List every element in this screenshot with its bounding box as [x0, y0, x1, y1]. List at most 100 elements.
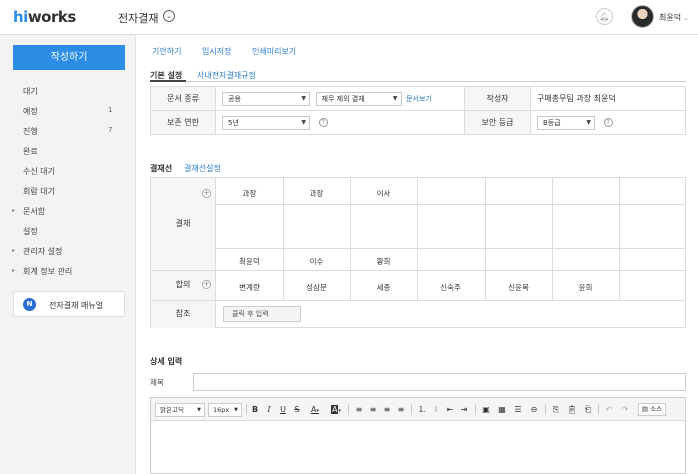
ordered-list-icon[interactable]: ⒈ [415, 403, 429, 416]
retention-select[interactable]: 5년 ▼ [222, 115, 310, 130]
temp-save-link[interactable]: 임시저장 [202, 46, 231, 57]
help-icon[interactable]: ? [603, 118, 613, 127]
dropdown-arrow-icon: ▼ [301, 94, 306, 102]
copy-icon[interactable]: ⎘ [549, 403, 563, 416]
indent-icon[interactable]: ⇥ [457, 403, 471, 416]
align-right-icon[interactable]: ≡ [380, 403, 394, 416]
dropdown-arrow-icon: ▼ [392, 94, 398, 102]
security-select[interactable]: B등급 ▼ [537, 115, 595, 130]
undo-icon[interactable]: ↶ [602, 403, 616, 416]
strikethrough-icon[interactable]: S [290, 403, 304, 416]
underline-icon[interactable]: U [276, 403, 290, 416]
approval-line-table: 결재 합의 참조 + + 과장 과장 이사 최윤덕 이수 황회 변계량 성삼문 … [150, 177, 686, 328]
paste-text-icon[interactable]: ⎗ [581, 403, 595, 416]
sidebar-item-completed[interactable]: 완료 [23, 146, 38, 157]
doc-type-label: 문서 종류 [150, 86, 216, 111]
agreer-name[interactable]: 변계량 [216, 282, 283, 293]
manual-label: 전자결재 매뉴얼 [49, 301, 104, 310]
reference-input[interactable]: 클릭 후 입력 [223, 306, 301, 322]
sidebar-count-in-progress: 7 [108, 126, 113, 134]
rich-text-editor[interactable]: 맑은고딕 ▼ 16px ▼ B I U S A▾ A▾ ≡ ≡ ≡ ≡ ⒈ ⁝ ⇤ … [150, 397, 686, 474]
outdent-icon[interactable]: ⇤ [443, 403, 457, 416]
expand-arrow-icon[interactable]: ▸ [12, 247, 15, 254]
sidebar-item-settings[interactable]: 설정 [23, 226, 38, 237]
grid-line [216, 248, 686, 249]
subject-input[interactable] [193, 373, 686, 391]
source-icon: ▤ [641, 405, 649, 413]
hiworks-logo[interactable]: hiworks [13, 8, 76, 26]
sidebar-item-waiting[interactable]: 대기 [23, 86, 38, 97]
compose-button[interactable]: 작성하기 [13, 45, 125, 70]
table-icon[interactable]: ▦ [495, 403, 509, 416]
approver-name[interactable]: 최윤덕 [216, 256, 283, 267]
redo-icon[interactable]: ↷ [618, 403, 632, 416]
approval-settings-link[interactable]: 결재선설정 [184, 163, 221, 174]
expand-arrow-icon[interactable]: ▸ [12, 207, 15, 214]
dropdown-arrow-icon: ▼ [234, 407, 238, 413]
sidebar-item-in-progress[interactable]: 진행 [23, 126, 38, 137]
author-value: 구매총무팀 과장 최윤덕 [530, 86, 686, 111]
sidebar-item-scheduled[interactable]: 예정 [23, 106, 38, 117]
retention-label: 보존 연한 [150, 110, 216, 135]
sidebar-item-accounting[interactable]: 회계 정보 관리 [23, 266, 72, 277]
sidebar-item-doc-box[interactable]: 문서함 [23, 206, 45, 217]
align-justify-icon[interactable]: ≡ [394, 403, 408, 416]
detail-section-title: 상세 입력 [150, 357, 183, 366]
tab-approval-rules[interactable]: 사내전자결재규정 [197, 70, 256, 81]
security-label: 보안 등급 [464, 110, 531, 135]
view-doc-link[interactable]: 문서보기 [406, 95, 432, 103]
background-color-icon[interactable]: A▾ [327, 403, 345, 416]
author-label: 작성자 [464, 86, 531, 111]
manual-link[interactable]: N 전자결재 매뉴얼 [13, 291, 125, 317]
grid-line [216, 204, 686, 205]
doc-form-select[interactable]: 재무 제외 결재 ▼ [315, 91, 402, 106]
dropdown-arrow-icon: ▼ [197, 407, 201, 413]
print-preview-link[interactable]: 인쇄미리보기 [252, 46, 296, 57]
toolbar-separator [545, 404, 546, 415]
toolbar-separator [348, 404, 349, 415]
draft-link[interactable]: 기안하기 [152, 46, 181, 57]
approver-name[interactable]: 황회 [350, 256, 417, 267]
user-name[interactable]: 최윤덕 ⌄ [659, 12, 689, 23]
add-agreer-plus-icon[interactable]: + [202, 280, 211, 289]
align-center-icon[interactable]: ≡ [366, 403, 380, 416]
approver-position: 과장 [242, 189, 257, 198]
grid-line [619, 178, 620, 300]
bold-icon[interactable]: B [248, 403, 262, 416]
agreer-name[interactable]: 신윤복 [485, 282, 552, 293]
link-icon[interactable]: ⊖ [527, 403, 541, 416]
agreer-name[interactable]: 성삼문 [283, 282, 350, 293]
security-cell: B등급 ▼ ? [530, 110, 686, 135]
font-family-select[interactable]: 맑은고딕 ▼ [155, 403, 205, 417]
expand-arrow-icon[interactable]: ▸ [12, 267, 15, 274]
font-color-icon[interactable]: A▾ [306, 403, 324, 416]
app-switch-chevron-icon[interactable]: ⌄ [163, 10, 175, 22]
subject-label: 제목 [150, 378, 164, 387]
add-approver-plus-icon[interactable]: + [202, 189, 211, 198]
source-button[interactable]: ▤ 소스 [638, 403, 666, 416]
italic-icon[interactable]: I [262, 403, 276, 416]
help-icon[interactable]: ? [318, 118, 328, 127]
sidebar-item-admin-settings[interactable]: 관리자 설정 [23, 246, 62, 257]
tab-active-indicator [150, 80, 186, 82]
agreer-name[interactable]: 신숙주 [417, 282, 484, 293]
paste-icon[interactable]: 📋︎ [565, 403, 579, 416]
unordered-list-icon[interactable]: ⁝ [429, 403, 443, 416]
image-icon[interactable]: ▣ [479, 403, 493, 416]
approval-line-title: 결재선 [150, 164, 173, 173]
font-size-select[interactable]: 16px ▼ [208, 403, 242, 417]
notification-bell-icon[interactable]: 🔔︎ [596, 8, 613, 25]
logo-rest: works [27, 8, 76, 26]
grid-line [151, 270, 686, 271]
user-avatar[interactable] [631, 5, 654, 28]
doc-type-select[interactable]: 공용 ▼ [222, 91, 310, 106]
approver-position: 이사 [376, 189, 391, 198]
agreer-name[interactable]: 윤회 [552, 282, 619, 293]
sidebar-item-circulation-waiting[interactable]: 회람 대기 [23, 186, 55, 197]
align-left-icon[interactable]: ≡ [352, 403, 366, 416]
app-title[interactable]: 전자결재 [118, 10, 158, 26]
horizontal-rule-icon[interactable]: ☰ [511, 403, 525, 416]
agreer-name[interactable]: 세종 [350, 282, 417, 293]
sidebar-item-receive-waiting[interactable]: 수신 대기 [23, 166, 55, 177]
approver-name[interactable]: 이수 [283, 256, 350, 267]
